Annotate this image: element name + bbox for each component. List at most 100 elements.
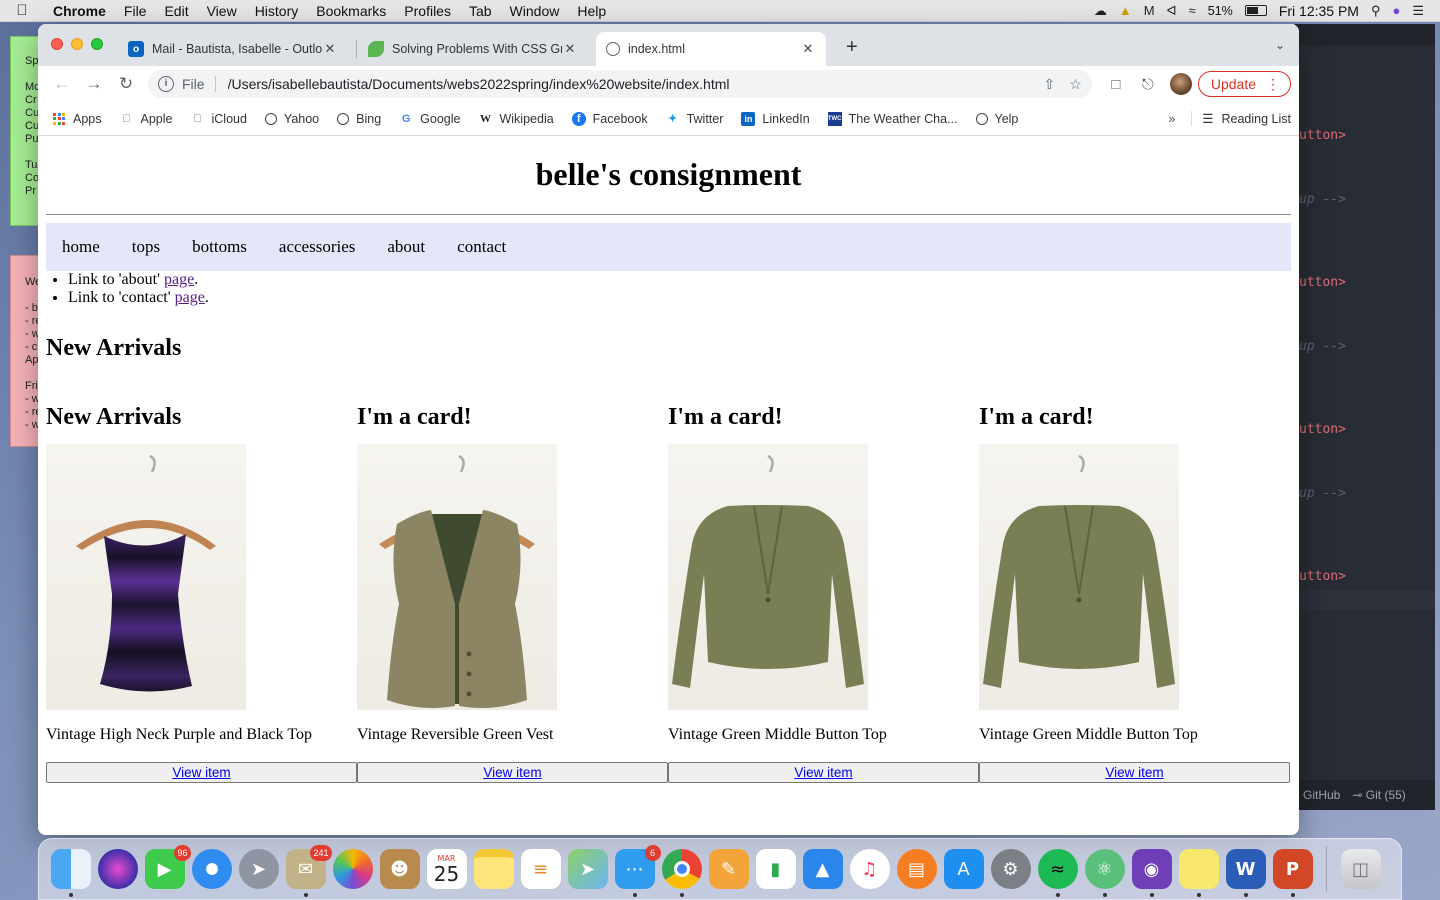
- creative-cloud-icon[interactable]: ☁: [1094, 3, 1107, 19]
- app-store-icon[interactable]: A: [943, 849, 984, 889]
- bluetooth-icon[interactable]: ᐊ: [1167, 3, 1177, 19]
- contact-page-link[interactable]: page: [175, 289, 205, 306]
- word-icon[interactable]: W: [1225, 849, 1266, 897]
- bookmark-apple[interactable]:  Apple: [120, 112, 172, 126]
- contacts-icon[interactable]: ☻: [379, 849, 420, 889]
- control-center-icon[interactable]: ☰: [1412, 3, 1424, 19]
- music-icon[interactable]: ♫: [849, 849, 890, 889]
- bookmark-facebook[interactable]: f Facebook: [571, 111, 648, 126]
- nav-about[interactable]: about: [387, 237, 425, 257]
- tab-close-icon[interactable]: ✕: [800, 41, 816, 57]
- bookmark-bing[interactable]: Bing: [337, 112, 381, 126]
- bookmark-icloud[interactable]:  iCloud: [190, 112, 247, 126]
- site-info-icon[interactable]: i: [158, 76, 174, 92]
- tab-index-html[interactable]: index.html ✕: [596, 32, 826, 66]
- puzzle-extensions-icon[interactable]: ⎋: [1132, 76, 1164, 93]
- battery-icon[interactable]: [1244, 5, 1267, 16]
- keynote-icon[interactable]: ▲: [802, 849, 843, 889]
- mail-stamp-icon[interactable]: ✉ 241: [285, 845, 332, 897]
- github-status[interactable]: GitHub: [1303, 788, 1340, 802]
- window-close-button[interactable]: [51, 38, 63, 50]
- chrome-icon[interactable]: [661, 849, 702, 897]
- norton-shield-icon[interactable]: ▲: [1119, 3, 1132, 18]
- photos-icon[interactable]: [332, 849, 373, 889]
- facetime-icon[interactable]: ▶ 96: [144, 845, 191, 889]
- apple-menu-icon[interactable]: : [0, 2, 44, 19]
- bookmark-yahoo[interactable]: Yahoo: [264, 112, 319, 126]
- spotlight-search-icon[interactable]: ⚲: [1371, 3, 1381, 19]
- view-item-button[interactable]: View item: [357, 762, 668, 783]
- clock[interactable]: Fri 12:35 PM: [1279, 3, 1359, 19]
- nav-home[interactable]: home: [62, 237, 100, 257]
- menu-app-name[interactable]: Chrome: [44, 3, 115, 19]
- messages-icon[interactable]: ⋯ 6: [614, 845, 661, 897]
- bookmark-yelp[interactable]: Yelp: [975, 112, 1018, 126]
- git-status[interactable]: ⊸ Git (55): [1352, 788, 1405, 802]
- bookmark-linkedin[interactable]: in LinkedIn: [741, 111, 810, 126]
- tab-close-icon[interactable]: ✕: [322, 41, 338, 57]
- window-fullscreen-button[interactable]: [91, 38, 103, 50]
- tab-close-icon[interactable]: ✕: [562, 41, 578, 57]
- maps-icon[interactable]: ➤: [567, 849, 608, 889]
- trash-icon[interactable]: ◫: [1340, 849, 1381, 889]
- wifi-icon[interactable]: ≈: [1189, 3, 1196, 18]
- menu-bookmarks[interactable]: Bookmarks: [307, 3, 395, 19]
- reload-icon[interactable]: ↻: [110, 74, 142, 94]
- forward-arrow-icon[interactable]: →: [78, 74, 110, 94]
- nav-bottoms[interactable]: bottoms: [192, 237, 247, 257]
- github-desktop-icon[interactable]: ◉: [1131, 849, 1172, 897]
- view-item-button[interactable]: View item: [46, 762, 357, 783]
- profile-avatar[interactable]: [1169, 73, 1192, 95]
- reminders-icon[interactable]: ≡: [520, 849, 561, 889]
- spotify-icon[interactable]: ≈: [1037, 849, 1078, 897]
- menu-file[interactable]: File: [115, 3, 156, 19]
- menu-edit[interactable]: Edit: [155, 3, 197, 19]
- new-tab-button[interactable]: +: [846, 36, 858, 59]
- tab-search-chevron-icon[interactable]: ⌄: [1275, 38, 1285, 52]
- siri-icon[interactable]: [97, 849, 138, 889]
- bookmark-google[interactable]: G Google: [399, 112, 461, 126]
- pages-icon[interactable]: ✎: [708, 849, 749, 889]
- menu-history[interactable]: History: [246, 3, 308, 19]
- bookmark-weather-channel[interactable]: TWC The Weather Cha...: [827, 111, 958, 126]
- bookmark-twitter[interactable]: ✦ Twitter: [666, 112, 723, 126]
- siri-icon[interactable]: ●: [1392, 3, 1400, 18]
- back-arrow-icon[interactable]: ←: [46, 74, 78, 94]
- nav-accessories[interactable]: accessories: [279, 237, 355, 257]
- view-item-button[interactable]: View item: [668, 762, 979, 783]
- share-icon[interactable]: ⇧: [1044, 76, 1056, 93]
- atom-icon[interactable]: ⚛: [1084, 849, 1125, 897]
- tab-css-grid-article[interactable]: Solving Problems With CSS Gri ✕: [358, 32, 588, 66]
- finder-icon[interactable]: [50, 849, 91, 897]
- nav-contact[interactable]: contact: [457, 237, 506, 257]
- notes-icon[interactable]: [473, 849, 514, 889]
- view-item-button[interactable]: View item: [979, 762, 1290, 783]
- bookmark-apps[interactable]: Apps: [52, 112, 102, 126]
- launchpad-icon[interactable]: ➤: [238, 849, 279, 889]
- bookmark-wikipedia[interactable]: W Wikipedia: [478, 112, 554, 126]
- powerpoint-icon[interactable]: P: [1272, 849, 1313, 897]
- extension-icon[interactable]: □: [1100, 76, 1132, 93]
- code-editor-window[interactable]: utton> up --> utton> up --> utton> up --…: [1295, 24, 1435, 810]
- url-text[interactable]: /Users/isabellebautista/Documents/webs20…: [228, 76, 1030, 92]
- menu-help[interactable]: Help: [568, 3, 615, 19]
- books-icon[interactable]: ▤: [896, 849, 937, 889]
- bookmark-star-icon[interactable]: ☆: [1069, 76, 1082, 93]
- tab-outlook-mail[interactable]: o Mail - Bautista, Isabelle - Outlo ✕: [118, 32, 348, 66]
- stickies-icon[interactable]: [1178, 849, 1219, 897]
- menu-profiles[interactable]: Profiles: [395, 3, 460, 19]
- menu-window[interactable]: Window: [501, 3, 569, 19]
- system-preferences-icon[interactable]: ⚙: [990, 849, 1031, 889]
- calendar-icon[interactable]: MAR 25: [426, 849, 467, 889]
- update-button[interactable]: Update ⋮: [1197, 71, 1291, 97]
- window-minimize-button[interactable]: [71, 38, 83, 50]
- menu-tab[interactable]: Tab: [460, 3, 501, 19]
- numbers-icon[interactable]: ▮: [755, 849, 796, 889]
- safari-icon[interactable]: [191, 849, 232, 889]
- address-bar[interactable]: i File /Users/isabellebautista/Documents…: [148, 70, 1092, 98]
- more-bookmarks-icon[interactable]: »: [1168, 112, 1175, 126]
- reading-list-button[interactable]: ☰ Reading List: [1191, 111, 1291, 126]
- malwarebytes-icon[interactable]: M: [1144, 3, 1155, 18]
- nav-tops[interactable]: tops: [132, 237, 160, 257]
- menu-view[interactable]: View: [198, 3, 246, 19]
